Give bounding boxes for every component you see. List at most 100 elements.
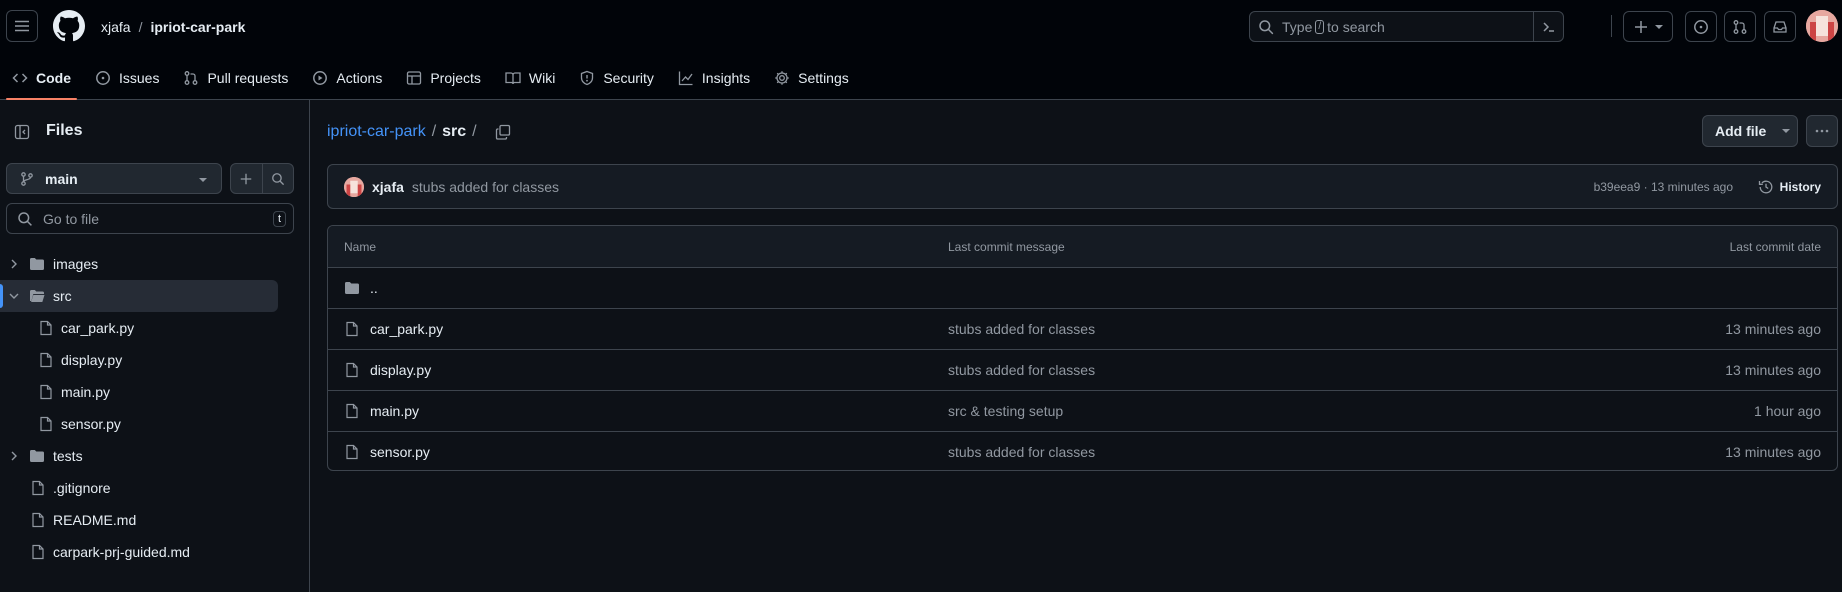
tab-pull-requests[interactable]: Pull requests bbox=[171, 56, 300, 100]
tab-code[interactable]: Code bbox=[0, 56, 83, 100]
table-row[interactable]: car_park.py stubs added for classes 13 m… bbox=[328, 309, 1837, 350]
git-branch-icon bbox=[21, 171, 33, 186]
gear-icon bbox=[775, 71, 789, 85]
hamburger-icon bbox=[15, 20, 29, 32]
triangle-down-icon bbox=[199, 178, 207, 182]
go-to-file-input[interactable]: Go to file t bbox=[6, 203, 294, 234]
github-logo-icon[interactable] bbox=[53, 10, 85, 42]
menu-button[interactable] bbox=[6, 10, 38, 42]
tree-item-label: images bbox=[53, 256, 99, 272]
tree-item-readme-md[interactable]: README.md bbox=[0, 504, 310, 536]
tab-projects[interactable]: Projects bbox=[394, 56, 493, 100]
table-row[interactable]: sensor.py stubs added for classes 13 min… bbox=[328, 432, 1837, 470]
command-palette-button[interactable] bbox=[1533, 12, 1563, 41]
search-icon bbox=[18, 211, 32, 226]
file-icon bbox=[346, 444, 358, 460]
shield-icon bbox=[581, 70, 594, 86]
search-files-button[interactable] bbox=[263, 164, 294, 193]
user-avatar[interactable] bbox=[1806, 10, 1838, 42]
file-commit-message[interactable]: stubs added for classes bbox=[948, 362, 1095, 378]
code-icon bbox=[12, 73, 28, 83]
add-file-button[interactable]: Add file bbox=[1702, 115, 1798, 147]
tree-item-main-py[interactable]: main.py bbox=[0, 376, 310, 408]
add-file-sidebar-button[interactable] bbox=[231, 164, 263, 193]
file-icon bbox=[32, 512, 44, 528]
owner-link[interactable]: xjafa bbox=[101, 19, 131, 35]
go-to-file-placeholder: Go to file bbox=[43, 210, 100, 227]
tree-item-label: car_park.py bbox=[61, 320, 135, 336]
tree-item-tests[interactable]: tests bbox=[0, 440, 310, 472]
table-row[interactable]: display.py stubs added for classes 13 mi… bbox=[328, 350, 1837, 391]
folder-icon bbox=[345, 282, 359, 294]
search-icon bbox=[1259, 19, 1274, 34]
tree-item-src[interactable]: src bbox=[0, 280, 278, 312]
book-icon bbox=[505, 72, 521, 85]
file-tree-sidebar: Files main Go to file t images src car_p… bbox=[0, 100, 310, 592]
history-button[interactable]: History bbox=[1750, 171, 1829, 203]
table-row[interactable]: main.py src & testing setup 1 hour ago bbox=[328, 391, 1837, 432]
sidebar-actions bbox=[230, 163, 294, 194]
folder-open-icon bbox=[30, 290, 45, 302]
create-new-button[interactable] bbox=[1623, 11, 1673, 42]
commit-author[interactable]: xjafa bbox=[372, 179, 404, 195]
file-commit-message[interactable]: src & testing setup bbox=[948, 403, 1063, 419]
tree-item-label: .gitignore bbox=[53, 480, 111, 496]
file-name-link[interactable]: main.py bbox=[370, 403, 419, 419]
file-name-link[interactable]: car_park.py bbox=[370, 321, 443, 337]
issues-button[interactable] bbox=[1685, 11, 1717, 42]
chevron-down-icon bbox=[9, 293, 19, 299]
tab-label: Projects bbox=[430, 70, 481, 86]
file-commit-date: 1 hour ago bbox=[1754, 403, 1821, 419]
header-breadcrumb: xjafa / ipriot-car-park bbox=[101, 17, 245, 37]
search-input[interactable]: Type / to search bbox=[1249, 11, 1564, 42]
breadcrumb-separator: / bbox=[431, 123, 437, 140]
parent-directory-row[interactable]: .. bbox=[328, 268, 1837, 309]
collapse-sidebar-button[interactable] bbox=[6, 116, 38, 148]
history-icon bbox=[1758, 180, 1773, 194]
pull-requests-button[interactable] bbox=[1724, 11, 1756, 42]
tree-item-images[interactable]: images bbox=[0, 248, 310, 280]
tab-issues[interactable]: Issues bbox=[83, 56, 171, 100]
breadcrumb-repo-link[interactable]: ipriot-car-park bbox=[327, 123, 426, 141]
column-header-date: Last commit date bbox=[1729, 240, 1821, 254]
tree-item-gitignore[interactable]: .gitignore bbox=[0, 472, 310, 504]
tab-settings[interactable]: Settings bbox=[762, 56, 861, 100]
tree-item-label: main.py bbox=[61, 384, 111, 400]
tree-item-sensor-py[interactable]: sensor.py bbox=[0, 408, 310, 440]
file-commit-date: 13 minutes ago bbox=[1725, 444, 1821, 460]
inbox-button[interactable] bbox=[1764, 11, 1796, 42]
file-commit-message[interactable]: stubs added for classes bbox=[948, 321, 1095, 337]
tree-item-label: README.md bbox=[53, 512, 137, 528]
file-icon bbox=[32, 544, 44, 560]
commit-meta[interactable]: b39eea9 · 13 minutes ago bbox=[1594, 180, 1733, 194]
folder-icon bbox=[30, 258, 44, 270]
commit-message[interactable]: stubs added for classes bbox=[412, 179, 559, 195]
file-name-link[interactable]: sensor.py bbox=[370, 444, 430, 460]
branch-selector[interactable]: main bbox=[6, 163, 222, 194]
tree-item-display-py[interactable]: display.py bbox=[0, 344, 310, 376]
files-heading: Files bbox=[46, 122, 83, 139]
tab-actions[interactable]: Actions bbox=[300, 56, 394, 100]
file-commit-date: 13 minutes ago bbox=[1725, 362, 1821, 378]
column-header-message: Last commit message bbox=[948, 240, 1065, 254]
breadcrumb-current-dir: src bbox=[442, 123, 467, 140]
tab-insights[interactable]: Insights bbox=[666, 56, 762, 100]
tab-security[interactable]: Security bbox=[567, 56, 666, 100]
tab-wiki[interactable]: Wiki bbox=[493, 56, 567, 100]
tree-item-car-park-py[interactable]: car_park.py bbox=[0, 312, 310, 344]
file-icon bbox=[32, 480, 44, 496]
commit-author-avatar[interactable] bbox=[344, 176, 364, 197]
tab-label: Issues bbox=[119, 70, 160, 86]
more-options-button[interactable] bbox=[1806, 115, 1838, 147]
git-pull-request-icon bbox=[185, 71, 198, 85]
tree-item-carpark-prj-guided-md[interactable]: carpark-prj-guided.md bbox=[0, 536, 310, 568]
file-commit-message[interactable]: stubs added for classes bbox=[948, 444, 1095, 460]
git-pull-request-icon bbox=[1733, 19, 1747, 34]
chevron-right-icon bbox=[11, 259, 17, 269]
tab-label: Security bbox=[603, 70, 654, 86]
copy-path-icon[interactable] bbox=[495, 124, 511, 140]
repo-link[interactable]: ipriot-car-park bbox=[150, 19, 245, 35]
file-name-link[interactable]: display.py bbox=[370, 362, 431, 378]
app-header: xjafa / ipriot-car-park Type / to search… bbox=[0, 0, 1842, 100]
graph-icon bbox=[678, 71, 693, 86]
